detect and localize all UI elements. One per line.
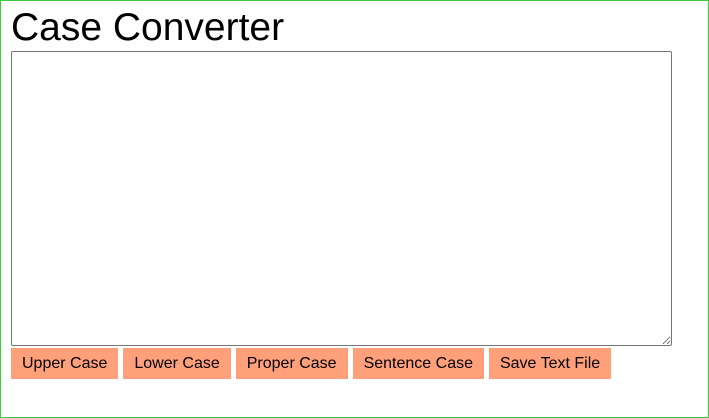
upper-case-button[interactable]: Upper Case: [11, 348, 119, 379]
button-row: Upper Case Lower Case Proper Case Senten…: [11, 348, 612, 379]
proper-case-button[interactable]: Proper Case: [235, 348, 348, 379]
sentence-case-button[interactable]: Sentence Case: [352, 348, 484, 379]
text-input-area[interactable]: [11, 51, 672, 346]
page-title: Case Converter: [11, 6, 285, 49]
save-text-file-button[interactable]: Save Text File: [488, 348, 612, 379]
lower-case-button[interactable]: Lower Case: [123, 348, 231, 379]
